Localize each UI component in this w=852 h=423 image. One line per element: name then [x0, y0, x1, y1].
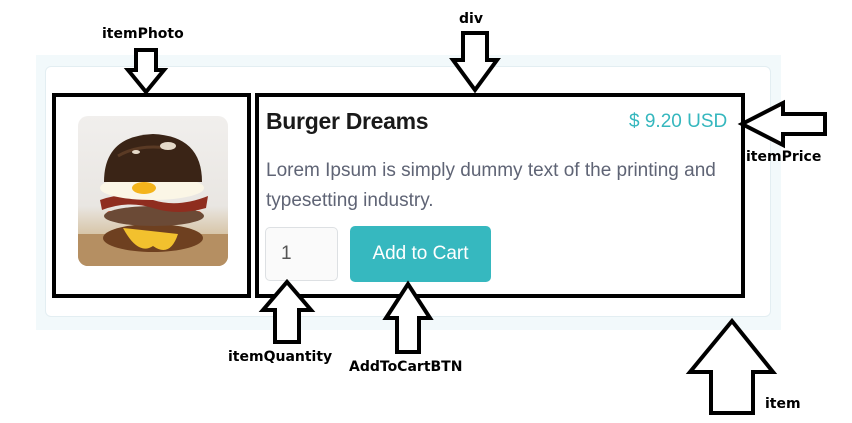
div-arrow-icon — [449, 31, 501, 94]
item-quantity-annotation-label: itemQuantity — [228, 349, 333, 365]
item-annotation-label: item — [765, 396, 801, 412]
div-annotation-label: div — [459, 11, 483, 27]
item-price-arrow-icon — [737, 99, 827, 149]
item-arrow-icon — [685, 317, 778, 415]
item-photo-annotation-label: itemPhoto — [102, 26, 184, 42]
add-to-cart-annotation-label: AddToCartBTN — [349, 359, 463, 375]
item-photo-arrow-icon — [123, 48, 169, 96]
item-quantity-arrow-icon — [258, 278, 316, 344]
item-price-annotation-label: itemPrice — [746, 149, 822, 165]
add-to-cart-arrow-icon — [382, 280, 434, 354]
